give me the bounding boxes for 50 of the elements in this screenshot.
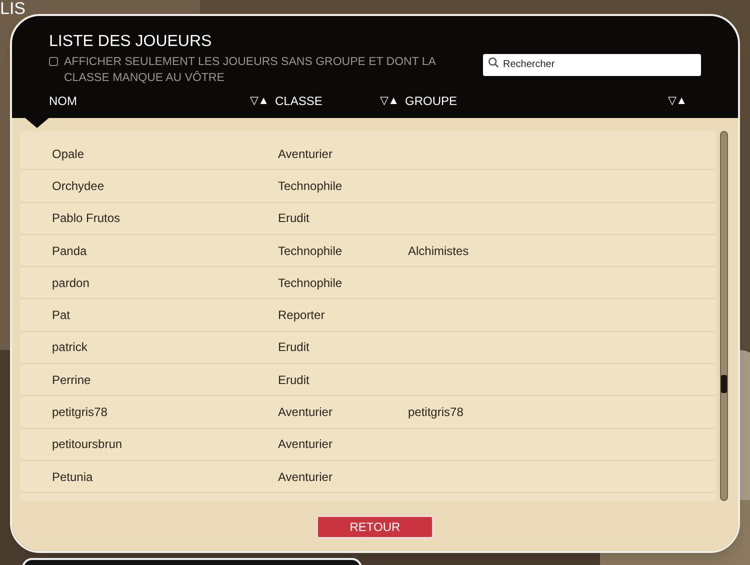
player-row[interactable]: petitoursbrun Aventurier — [20, 428, 716, 461]
player-group: Alchimistes — [408, 242, 469, 260]
player-class: Aventurier — [278, 436, 334, 454]
player-name: Petunia — [52, 468, 94, 486]
player-row[interactable]: Panda Technophile Alchimistes — [20, 234, 716, 268]
player-name: pardon — [52, 274, 90, 292]
player-class: Technophile — [278, 242, 344, 260]
player-class: Aventurier — [278, 404, 334, 422]
player-class: Erudit — [278, 339, 310, 356]
column-header: CLASSE — [275, 93, 322, 110]
player-name: patrick — [52, 339, 88, 356]
sort-toggle[interactable]: ▽▲ — [668, 92, 687, 110]
player-row[interactable]: Pablo Frutos Erudit — [20, 202, 716, 235]
player-name: petitoursbrun — [52, 436, 124, 454]
scrollbar-track[interactable] — [720, 131, 728, 501]
player-row[interactable]: Pat Reporter — [20, 299, 716, 332]
player-row[interactable]: Orchydee Technophile — [20, 170, 716, 203]
player-name: petitgris78 — [52, 404, 108, 422]
player-class: Reporter — [278, 307, 326, 324]
player-row[interactable]: Petunia Aventurier — [20, 460, 716, 494]
player-name: Orchydee — [52, 178, 106, 195]
player-row[interactable]: Perrine Erudit — [20, 364, 716, 396]
screen-heading: LIS — [0, 0, 26, 17]
player-group: petitgris78 — [408, 403, 464, 422]
filter-checkbox[interactable] — [49, 57, 58, 66]
player-class: Technophile — [278, 178, 344, 195]
sort-toggle[interactable]: ▽▲ — [250, 92, 269, 110]
dialog-title: LISTE DES JOUEURS — [49, 32, 213, 52]
column-header: NOM — [49, 93, 77, 110]
search-icon — [488, 57, 499, 68]
player-row[interactable]: Opale Aventurier — [20, 138, 716, 170]
player-row[interactable]: patrick Erudit — [20, 332, 716, 364]
player-row[interactable]: pardon Technophile — [20, 267, 716, 300]
player-class: Erudit — [278, 372, 310, 389]
player-class: Technophile — [278, 274, 344, 292]
player-name: Pat — [52, 307, 72, 324]
player-name: Pablo Frutos — [52, 210, 122, 228]
player-name: Panda — [52, 242, 88, 260]
player-name: Opale — [52, 146, 86, 163]
player-class: Aventurier — [278, 146, 334, 163]
player-row[interactable]: petitgris78 Aventurier petitgris78 — [20, 396, 716, 429]
player-name: Perrine — [52, 372, 92, 389]
scrollbar-thumb[interactable] — [721, 375, 727, 393]
filter-label: AFFICHER SEULEMENT LES JOUEURS SANS GROUPE ET DONT LA CLASSE MANQUE AU VÔTRE — [64, 55, 437, 86]
player-class: Erudit — [278, 210, 310, 228]
back-button[interactable]: RETOUR — [316, 515, 434, 539]
column-header: GROUPE — [405, 93, 458, 110]
sort-toggle[interactable]: ▽▲ — [380, 92, 399, 110]
search-field[interactable]: Rechercher — [483, 54, 701, 76]
player-class: Aventurier — [278, 468, 334, 486]
